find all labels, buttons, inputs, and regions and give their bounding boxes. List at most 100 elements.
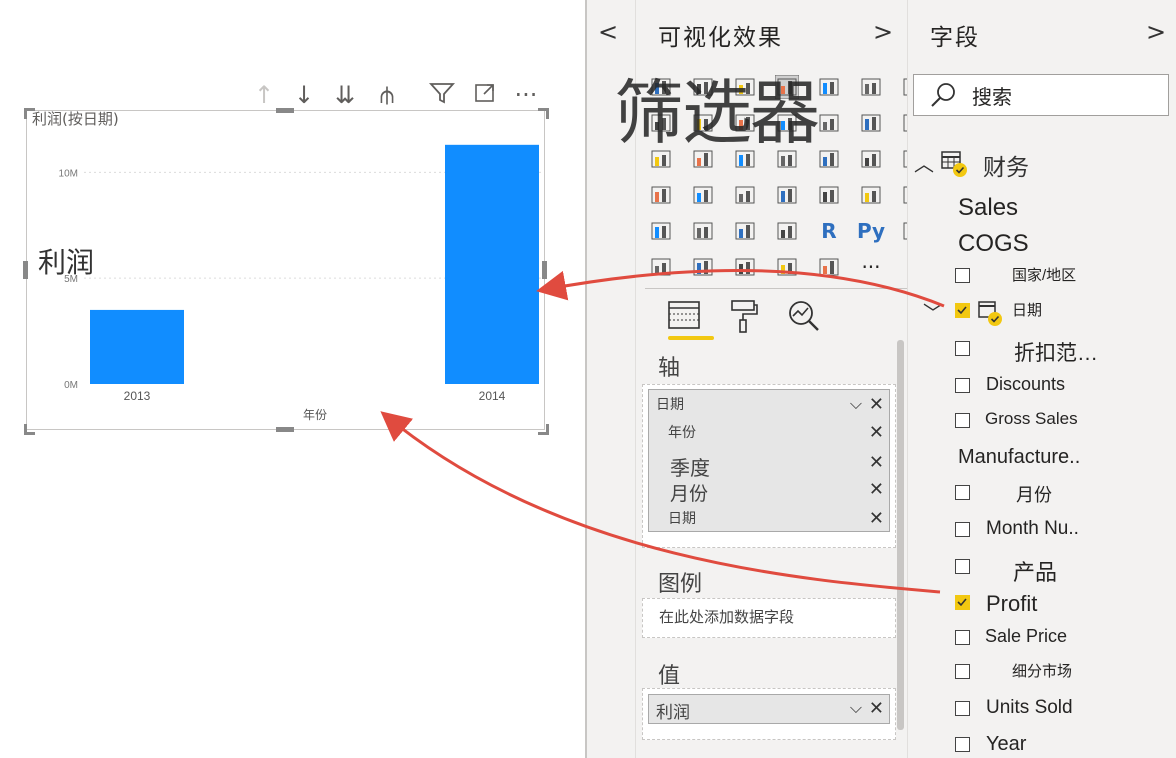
field-checkbox[interactable] [955, 378, 970, 393]
more-options-icon[interactable]: ··· [511, 80, 541, 110]
filter-icon[interactable] [427, 80, 457, 110]
field-checkbox[interactable] [955, 737, 970, 752]
axis-field-quarter-label: 季度 [670, 456, 710, 480]
active-tab-underline [668, 336, 714, 340]
visual-type-icon[interactable] [856, 72, 886, 102]
python-visual-icon[interactable]: Py [856, 216, 886, 246]
more-visuals-icon[interactable]: ··· [856, 252, 886, 282]
remove-field-icon[interactable]: ✕ [869, 394, 884, 415]
axis-field-quarter[interactable]: 季度 ✕ [656, 452, 888, 480]
callout-filters-label: 筛选器 [614, 72, 820, 154]
field-item-label[interactable]: COGS [958, 230, 1029, 258]
x-tick-label: 2014 [479, 389, 506, 403]
visual-type-icon[interactable] [646, 180, 676, 210]
field-checkbox[interactable] [955, 559, 970, 574]
field-checkbox[interactable] [955, 701, 970, 716]
legend-well-label: 图例 [658, 572, 703, 597]
field-item-label[interactable]: Gross Sales [985, 409, 1078, 429]
field-item-label[interactable]: 细分市场 [1012, 660, 1072, 681]
visual-type-icon[interactable] [772, 252, 802, 282]
field-checkbox[interactable] [955, 595, 970, 610]
visualizations-title: 可视化效果 [658, 25, 783, 51]
callout-profit-label: 利润 [38, 246, 95, 279]
remove-field-icon[interactable]: ✕ [869, 698, 884, 719]
remove-field-icon[interactable]: ✕ [869, 422, 884, 443]
remove-field-icon[interactable]: ✕ [869, 452, 884, 473]
hierarchy-chevron-icon[interactable]: ﹀ [923, 297, 943, 326]
field-item-label[interactable]: 折扣范… [1014, 337, 1098, 367]
chevron-down-icon[interactable]: ⌵ [850, 698, 862, 718]
visual-type-icon[interactable] [856, 180, 886, 210]
visual-type-icon[interactable] [814, 72, 844, 102]
remove-field-icon[interactable]: ✕ [869, 479, 884, 500]
axis-field-date-label: 日期 [656, 397, 684, 413]
field-item-label[interactable]: Units Sold [986, 697, 1073, 719]
visual-type-icon[interactable] [814, 108, 844, 138]
visual-type-icon[interactable] [730, 180, 760, 210]
axis-field-day[interactable]: 日期 ✕ [656, 508, 888, 534]
field-checkbox[interactable] [955, 485, 970, 500]
field-item-label[interactable]: Sale Price [985, 626, 1067, 647]
y-tick-label: 0M [64, 380, 78, 391]
values-well-label: 值 [658, 664, 681, 689]
visual-type-icon[interactable] [856, 144, 886, 174]
visual-type-icon[interactable] [772, 180, 802, 210]
visual-type-icon[interactable] [688, 180, 718, 210]
visualizations-collapse-icon[interactable]: > [873, 18, 893, 46]
field-checkbox[interactable] [955, 664, 970, 679]
axis-field-month-label: 月份 [670, 483, 709, 505]
field-item-label[interactable]: 月份 [1016, 481, 1052, 507]
legend-well-placeholder: 在此处添加数据字段 [659, 608, 795, 626]
field-item-label[interactable]: 国家/地区 [1012, 264, 1076, 285]
x-axis-title: 年份 [303, 408, 327, 422]
field-checkbox[interactable] [955, 413, 970, 428]
remove-field-icon[interactable]: ✕ [869, 508, 884, 529]
visual-type-icon[interactable] [646, 216, 676, 246]
field-checkbox[interactable] [955, 630, 970, 645]
visual-type-icon[interactable] [814, 180, 844, 210]
field-item-label[interactable]: Year [986, 733, 1026, 756]
chart-bars [90, 144, 539, 384]
visual-type-icon[interactable] [730, 216, 760, 246]
drill-up-icon[interactable]: ↑ [249, 80, 279, 110]
field-item-label[interactable]: Discounts [986, 374, 1065, 395]
analytics-magnifier-icon[interactable] [784, 296, 824, 336]
visual-type-icon[interactable] [688, 216, 718, 246]
field-item-label[interactable]: Manufacture.. [958, 446, 1080, 469]
chart-plot: 0M5M10M 2013 2014年份 [59, 144, 542, 422]
format-paint-roller-icon[interactable] [724, 296, 764, 336]
visual-type-icon[interactable] [814, 252, 844, 282]
visual-type-icon[interactable] [688, 252, 718, 282]
bar-2013 [90, 309, 184, 384]
values-field-profit-row[interactable]: 利润 ⌵ ✕ [656, 698, 888, 724]
field-item-label[interactable]: 产品 [1013, 555, 1057, 587]
focus-mode-icon[interactable] [470, 80, 500, 110]
field-item-label[interactable]: 日期 [1012, 299, 1042, 320]
visual-type-icon[interactable] [856, 108, 886, 138]
y-tick-label: 10M [59, 168, 78, 179]
field-checkbox[interactable] [955, 268, 970, 283]
values-field-profit-label: 利润 [656, 703, 690, 723]
axis-field-date[interactable]: 日期 ⌵ ✕ [656, 394, 888, 420]
r-script-visual-icon[interactable]: R [814, 216, 844, 246]
axis-field-month[interactable]: 月份 ✕ [656, 479, 888, 505]
field-checkbox[interactable] [955, 303, 970, 318]
axis-field-year[interactable]: 年份 ✕ [656, 422, 888, 448]
field-item-label[interactable]: Profit [986, 591, 1037, 617]
fields-tab-icon[interactable] [664, 296, 704, 336]
filters-expand-icon[interactable]: < [598, 18, 618, 46]
go-to-next-level-icon[interactable]: ⇊ [330, 80, 360, 110]
visual-type-icon[interactable] [646, 252, 676, 282]
field-item-label[interactable]: Sales [958, 194, 1018, 222]
viz-pane-scrollbar[interactable] [897, 340, 904, 730]
chevron-down-icon[interactable]: ⌵ [850, 394, 862, 414]
field-checkbox[interactable] [955, 341, 970, 356]
field-item-label[interactable]: Month Nu.. [986, 518, 1079, 540]
drill-down-icon[interactable]: ↓ [289, 80, 319, 110]
expand-hierarchy-icon[interactable]: ⫛ [372, 80, 402, 110]
visual-type-icon[interactable] [772, 216, 802, 246]
visual-type-icon[interactable] [814, 144, 844, 174]
axis-field-year-label: 年份 [668, 425, 696, 441]
field-checkbox[interactable] [955, 522, 970, 537]
visual-type-icon[interactable] [730, 252, 760, 282]
